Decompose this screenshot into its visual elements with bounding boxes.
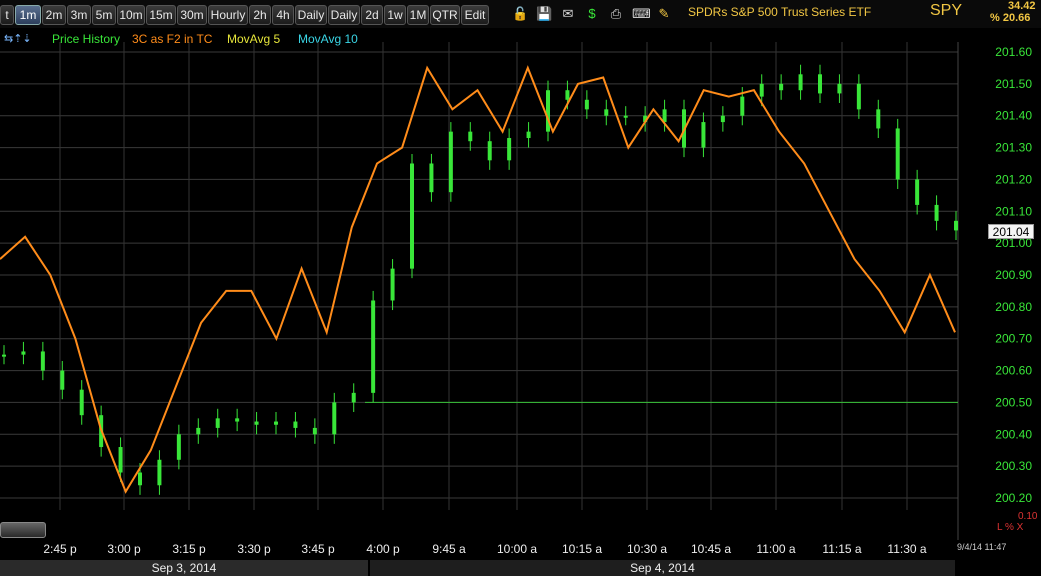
x-tick-label: 10:00 a: [496, 542, 538, 556]
y-tick-label: 200.20: [995, 491, 1032, 505]
y-tick-label: 201.60: [995, 45, 1032, 59]
y-tick-label: 200.50: [995, 395, 1032, 409]
price-candle: [584, 99, 589, 110]
y-tick-label: 200.30: [995, 459, 1032, 473]
x-tick-label: 3:45 p: [301, 542, 335, 556]
price-candle: [215, 418, 220, 428]
price-candle: [429, 163, 434, 193]
x-tick-label: 11:15 a: [822, 542, 862, 556]
price-candle: [565, 90, 570, 100]
price-candle: [274, 421, 278, 425]
y-tick-label: 200.90: [995, 268, 1032, 282]
timestamp: 9/4/14 11:47: [957, 542, 1007, 552]
price-candle: [21, 351, 26, 355]
price-candle: [332, 402, 337, 435]
price-candle: [720, 115, 725, 123]
chart-scrollbar[interactable]: [0, 522, 46, 538]
price-candle: [235, 418, 240, 422]
y-tick-label: 201.10: [995, 204, 1032, 218]
x-tick-label: 10:45 a: [690, 542, 732, 556]
price-candle: [507, 138, 512, 161]
corner-value: 0.10: [1018, 511, 1038, 522]
price-candle: [468, 131, 473, 142]
price-candle: [818, 74, 822, 94]
price-candle: [895, 128, 900, 180]
x-tick-label: 4:00 p: [366, 542, 400, 556]
y-tick-label: 201.30: [995, 141, 1032, 155]
y-tick-label: 200.60: [995, 364, 1032, 378]
price-candle: [2, 354, 6, 357]
x-tick-label: 3:15 p: [172, 542, 206, 556]
date-label-sep3: Sep 3, 2014: [0, 560, 368, 576]
x-tick-label: 11:00 a: [756, 542, 796, 556]
price-candle: [837, 83, 842, 94]
price-candle: [118, 447, 123, 473]
y-tick-label: 200.70: [995, 332, 1032, 346]
price-candle: [312, 427, 317, 435]
price-candle: [954, 220, 958, 231]
x-tick-label: 3:00 p: [107, 542, 141, 556]
price-candle: [390, 268, 395, 301]
x-tick-label: 2:45 p: [43, 542, 77, 556]
price-candle: [876, 109, 881, 129]
price-candle: [934, 204, 939, 221]
price-candle: [79, 389, 84, 416]
price-candle: [759, 83, 764, 97]
corner-controls[interactable]: L % X: [997, 522, 1023, 533]
price-candle: [176, 434, 181, 460]
price-candle: [740, 96, 745, 116]
y-tick-label: 200.40: [995, 427, 1032, 441]
price-candle: [779, 83, 784, 91]
price-chart[interactable]: 201.60 201.50 201.40 201.30 201.20 201.10 201.…: [0, 0, 1041, 576]
y-tick-label: 200.80: [995, 300, 1032, 314]
y-tick-label: 201.50: [995, 77, 1032, 91]
x-tick-label: 11:30 a: [887, 542, 927, 556]
price-candle: [915, 179, 920, 205]
price-candle: [410, 163, 414, 269]
price-candle: [798, 74, 803, 91]
price-candle: [40, 351, 45, 371]
price-candle: [254, 421, 259, 425]
price-candle: [856, 83, 861, 110]
price-candle: [604, 109, 609, 116]
price-candle: [351, 392, 356, 403]
price-candle: [371, 300, 376, 393]
x-tick-label: 10:30 a: [626, 542, 668, 556]
price-candle: [196, 427, 201, 435]
x-tick-label: 3:30 p: [237, 542, 271, 556]
price-candle: [157, 459, 162, 486]
price-candle: [138, 472, 142, 486]
price-candle: [701, 122, 706, 148]
date-label-sep4: Sep 4, 2014: [370, 560, 955, 576]
price-candle: [293, 421, 298, 428]
price-candle: [526, 131, 531, 139]
price-candle: [487, 141, 492, 161]
series-3c-line: [0, 65, 956, 494]
last-price-tag: 201.04: [988, 224, 1034, 239]
price-candle: [60, 370, 65, 390]
y-tick-label: 201.40: [995, 109, 1032, 123]
y-tick-label: 201.20: [995, 172, 1032, 186]
x-tick-label: 9:45 a: [432, 542, 466, 556]
x-tick-label: 10:15 a: [561, 542, 603, 556]
price-candle: [448, 131, 453, 193]
price-candle: [623, 115, 628, 118]
